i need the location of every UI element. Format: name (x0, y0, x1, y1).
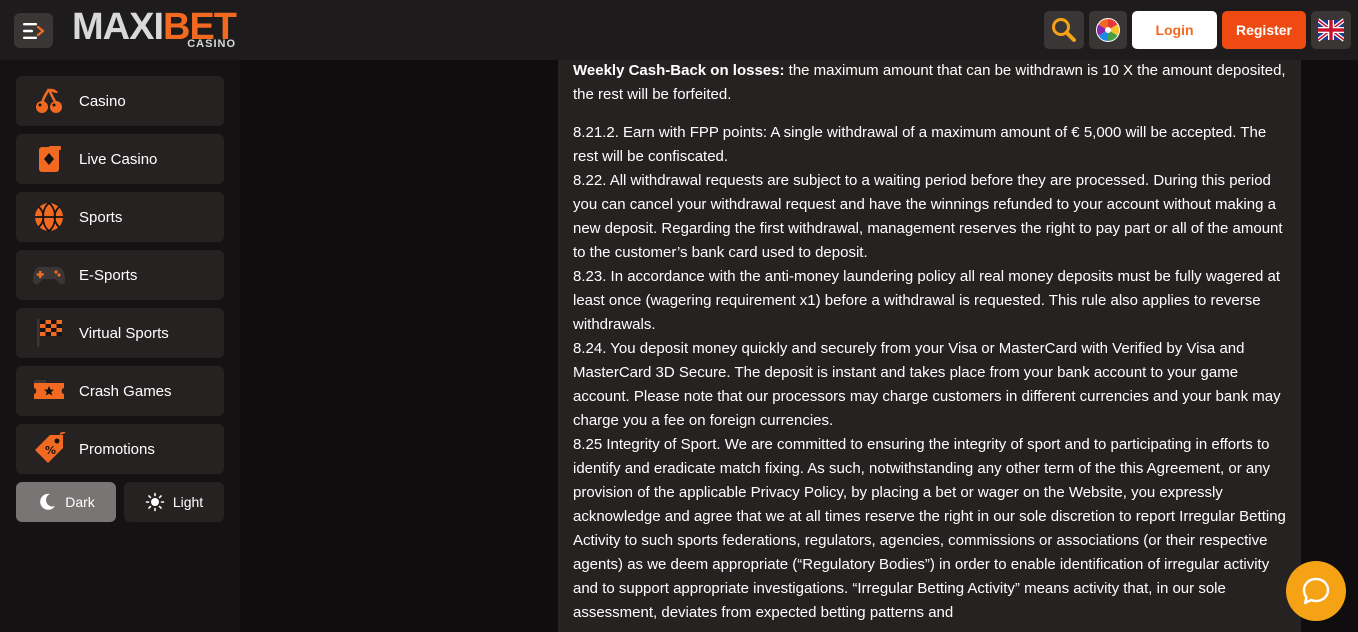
checkered-flag-icon (37, 319, 62, 347)
login-button[interactable]: Login (1132, 11, 1217, 49)
sidebar-item-live-casino[interactable]: Live Casino (16, 134, 224, 184)
register-button[interactable]: Register (1222, 11, 1306, 49)
terms-paragraph-8-22: 8.22. All withdrawal requests are subjec… (573, 172, 1283, 261)
color-wheel-icon (1096, 18, 1120, 42)
terms-paragraph-8-23: 8.23. In accordance with the anti-money … (573, 268, 1281, 333)
logo-main-text: MAXI (72, 6, 164, 48)
uk-flag-icon (1318, 18, 1344, 42)
sidebar-item-label: Promotions (79, 440, 155, 458)
sidebar-item-label: Virtual Sports (79, 324, 169, 342)
sidebar-item-label: Crash Games (79, 382, 172, 400)
terms-paragraph-8-21-2: 8.21.2. Earn with FPP points: A single w… (573, 124, 1267, 165)
cherries-icon (36, 88, 62, 113)
cashback-paragraph: Weekly Cash-Back on losses: the maximum … (573, 60, 1286, 107)
ticket-icon (34, 380, 64, 399)
terms-paragraph-8-25: 8.25 Integrity of Sport. We are committe… (573, 436, 1286, 621)
chat-bubble-icon (1302, 577, 1330, 605)
gamepad-icon (33, 267, 65, 285)
live-chat-button[interactable] (1286, 561, 1346, 621)
dark-theme-label: Dark (65, 494, 95, 510)
light-theme-label: Light (172, 494, 204, 510)
terms-content-panel: Weekly Cash-Back on losses: the maximum … (558, 60, 1301, 632)
wheel-of-fortune-button[interactable] (1089, 11, 1127, 49)
cashback-heading: Weekly Cash-Back on losses: (573, 62, 785, 79)
logo-sub-text: CASINO (187, 38, 236, 50)
search-button[interactable] (1044, 11, 1084, 49)
sidebar-item-label: Casino (79, 92, 126, 110)
light-theme-button[interactable]: Light (124, 482, 224, 522)
sidebar-item-label: Sports (79, 208, 123, 226)
sidebar-item-crash-games[interactable]: Crash Games (16, 366, 224, 416)
moon-icon (40, 493, 56, 510)
search-icon (1052, 18, 1076, 42)
sidebar-item-casino[interactable]: Casino (16, 76, 224, 126)
sidebar-item-virtual-sports[interactable]: Virtual Sports (16, 308, 224, 358)
basketball-icon (35, 202, 63, 232)
sidebar-item-e-sports[interactable]: E-Sports (16, 250, 224, 300)
menu-icon (22, 22, 44, 39)
sidebar-item-label: E-Sports (79, 266, 138, 284)
sidebar-item-sports[interactable]: Sports (16, 192, 224, 242)
language-selector-button[interactable] (1311, 11, 1351, 49)
price-tag-icon: % (35, 432, 66, 463)
svg-text:%: % (45, 444, 56, 457)
terms-paragraph-8-24: 8.24. You deposit money quickly and secu… (573, 340, 1281, 429)
sidebar-item-promotions[interactable]: % Promotions (16, 424, 224, 474)
dark-theme-button[interactable]: Dark (16, 482, 116, 522)
sidebar: Casino Live Casino Sports E-Sports Virtu… (0, 60, 240, 632)
sidebar-item-label: Live Casino (79, 150, 158, 168)
playing-card-icon (39, 146, 61, 172)
sun-icon (145, 492, 165, 512)
menu-toggle-button[interactable] (14, 13, 53, 48)
maxibet-logo[interactable]: MAXIBET CASINO (72, 6, 237, 52)
top-header: MAXIBET CASINO Login Register (0, 0, 1358, 60)
